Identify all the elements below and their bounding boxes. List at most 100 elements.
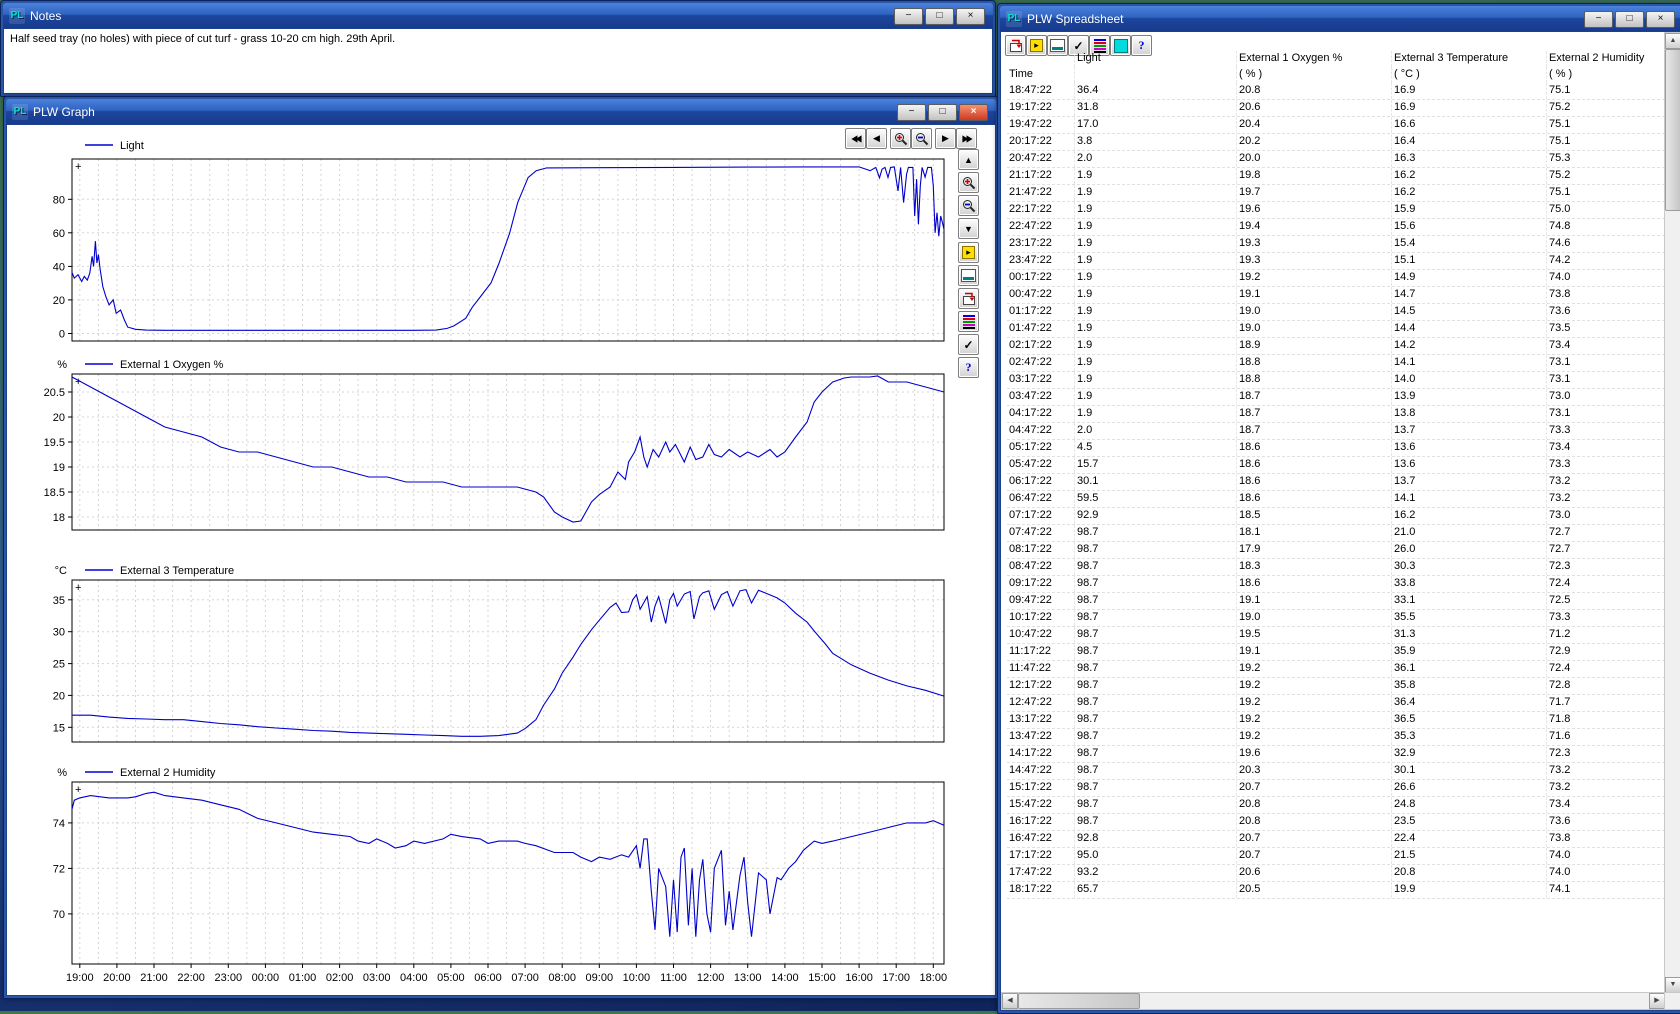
table-row[interactable]: 17:47:2293.220.620.874.0 (1007, 865, 1665, 882)
table-cell: 18.5 (1237, 508, 1392, 524)
table-row[interactable]: 06:17:2230.118.613.773.2 (1007, 474, 1665, 491)
table-row[interactable]: 02:17:221.918.914.273.4 (1007, 338, 1665, 355)
scroll-right-button[interactable]: ▶ (935, 128, 956, 149)
minimize-button[interactable]: − (1584, 11, 1613, 28)
table-row[interactable]: 12:47:2298.719.236.471.7 (1007, 695, 1665, 712)
table-row[interactable]: 06:47:2259.518.614.173.2 (1007, 491, 1665, 508)
graph-titlebar[interactable]: PL PLW Graph − □ × (6, 99, 996, 124)
spreadsheet-titlebar[interactable]: PL PLW Spreadsheet − □ × (1000, 6, 1680, 31)
table-row[interactable]: 19:17:2231.820.616.975.2 (1007, 100, 1665, 117)
table-row[interactable]: 12:17:2298.719.235.872.8 (1007, 678, 1665, 695)
table-cell: 1.9 (1075, 168, 1237, 184)
table-row[interactable]: 15:47:2298.720.824.873.4 (1007, 797, 1665, 814)
maximize-button[interactable]: □ (928, 104, 957, 121)
table-row[interactable]: 02:47:221.918.814.173.1 (1007, 355, 1665, 372)
vertical-scrollbar[interactable]: ▲ ▼ (1664, 32, 1680, 994)
table-row[interactable]: 00:17:221.919.214.974.0 (1007, 270, 1665, 287)
close-button[interactable]: × (959, 104, 988, 121)
table-row[interactable]: 10:47:2298.719.531.371.2 (1007, 627, 1665, 644)
table-row[interactable]: 08:47:2298.718.330.372.3 (1007, 559, 1665, 576)
table-cell: 16.9 (1392, 100, 1547, 116)
table-row[interactable]: 00:47:221.919.114.773.8 (1007, 287, 1665, 304)
table-row[interactable]: 22:17:221.919.615.975.0 (1007, 202, 1665, 219)
table-row[interactable]: 13:47:2298.719.235.371.6 (1007, 729, 1665, 746)
minimize-button[interactable]: − (894, 8, 923, 25)
x-tick-label: 04:00 (400, 972, 428, 984)
scroll-down-arrow[interactable]: ▼ (1665, 977, 1680, 993)
table-cell: 72.4 (1547, 576, 1665, 592)
scroll-end-button[interactable]: ▶▶ (956, 128, 977, 149)
zoom-in-y-button[interactable] (958, 172, 979, 193)
help-button[interactable]: ? (958, 357, 979, 378)
scroll-left-button[interactable]: ◀ (866, 128, 887, 149)
table-row[interactable]: 15:17:2298.720.726.673.2 (1007, 780, 1665, 797)
table-row[interactable]: 11:47:2298.719.236.172.4 (1007, 661, 1665, 678)
table-row[interactable]: 01:17:221.919.014.573.6 (1007, 304, 1665, 321)
copy-button[interactable]: ▸ (958, 242, 979, 263)
table-row[interactable]: 20:17:223.820.216.475.1 (1007, 134, 1665, 151)
table-row[interactable]: 21:47:221.919.716.275.1 (1007, 185, 1665, 202)
table-row[interactable]: 19:47:2217.020.416.675.1 (1007, 117, 1665, 134)
table-cell: 19.6 (1237, 202, 1392, 218)
table-row[interactable]: 09:47:2298.719.133.172.5 (1007, 593, 1665, 610)
table-row[interactable]: 16:17:2298.720.823.573.6 (1007, 814, 1665, 831)
scroll-up-button[interactable]: ▲ (958, 149, 979, 170)
table-row[interactable]: 18:17:2265.720.519.974.1 (1007, 882, 1665, 899)
table-row[interactable]: 23:47:221.919.315.174.2 (1007, 253, 1665, 270)
table-row[interactable]: 04:17:221.918.713.873.1 (1007, 406, 1665, 423)
x-tick-label: 06:00 (474, 972, 502, 984)
table-row[interactable]: 05:17:224.518.613.673.4 (1007, 440, 1665, 457)
table-row[interactable]: 22:47:221.919.415.674.8 (1007, 219, 1665, 236)
table-cell: 05:47:22 (1007, 457, 1075, 473)
table-cell: 1.9 (1075, 355, 1237, 371)
table-row[interactable]: 03:17:221.918.814.073.1 (1007, 372, 1665, 389)
table-row[interactable]: 03:47:221.918.713.973.0 (1007, 389, 1665, 406)
table-row[interactable]: 20:47:222.020.016.375.3 (1007, 151, 1665, 168)
table-cell: 35.9 (1392, 644, 1547, 660)
table-row[interactable]: 04:47:222.018.713.773.3 (1007, 423, 1665, 440)
maximize-button[interactable]: □ (1615, 11, 1644, 28)
zoom-in-button[interactable] (890, 128, 911, 149)
table-cell: 13.9 (1392, 389, 1547, 405)
table-row[interactable]: 01:47:221.919.014.473.5 (1007, 321, 1665, 338)
scroll-right-arrow[interactable]: ▶ (1649, 993, 1665, 1009)
close-button[interactable]: × (1646, 11, 1675, 28)
zoom-out-y-button[interactable] (958, 195, 979, 216)
export-button[interactable] (958, 288, 979, 309)
notes-titlebar[interactable]: PL Notes − □ × (3, 3, 993, 28)
scrollbar-corner (1664, 992, 1680, 1010)
table-row[interactable]: 11:17:2298.719.135.972.9 (1007, 644, 1665, 661)
table-row[interactable]: 14:47:2298.720.330.173.2 (1007, 763, 1665, 780)
monitor-view-button[interactable] (958, 265, 979, 286)
maximize-button[interactable]: □ (925, 8, 954, 25)
table-row[interactable]: 23:17:221.919.315.474.6 (1007, 236, 1665, 253)
spreadsheet-view-button[interactable] (958, 311, 979, 332)
y-tick-label: 70 (53, 909, 65, 921)
x-tick-label: 05:00 (437, 972, 465, 984)
table-row[interactable]: 07:17:2292.918.516.273.0 (1007, 508, 1665, 525)
table-row[interactable]: 14:17:2298.719.632.972.3 (1007, 746, 1665, 763)
column-header-cell: External 3 Temperature (1392, 51, 1547, 67)
table-row[interactable]: 05:47:2215.718.613.673.3 (1007, 457, 1665, 474)
close-button[interactable]: × (956, 8, 985, 25)
table-row[interactable]: 17:17:2295.020.721.574.0 (1007, 848, 1665, 865)
table-row[interactable]: 09:17:2298.718.633.872.4 (1007, 576, 1665, 593)
notes-text[interactable]: Half seed tray (no holes) with piece of … (10, 33, 395, 45)
horizontal-scroll-thumb[interactable] (1018, 993, 1140, 1009)
table-row[interactable]: 08:17:2298.717.926.072.7 (1007, 542, 1665, 559)
scroll-down-button[interactable]: ▼ (958, 218, 979, 239)
scroll-up-arrow[interactable]: ▲ (1665, 33, 1680, 49)
options-button[interactable]: ✓ (958, 334, 979, 355)
table-row[interactable]: 21:17:221.919.816.275.2 (1007, 168, 1665, 185)
zoom-out-button[interactable] (911, 128, 932, 149)
table-row[interactable]: 07:47:2298.718.121.072.7 (1007, 525, 1665, 542)
scroll-left-arrow[interactable]: ◀ (1002, 993, 1018, 1009)
table-row[interactable]: 16:47:2292.820.722.473.8 (1007, 831, 1665, 848)
vertical-scroll-thumb[interactable] (1665, 49, 1680, 211)
table-row[interactable]: 13:17:2298.719.236.571.8 (1007, 712, 1665, 729)
scroll-start-button[interactable]: ◀◀ (845, 128, 866, 149)
table-row[interactable]: 10:17:2298.719.035.573.3 (1007, 610, 1665, 627)
horizontal-scrollbar[interactable]: ◀ ▶ (1001, 992, 1666, 1010)
table-row[interactable]: 18:47:2236.420.816.975.1 (1007, 83, 1665, 100)
minimize-button[interactable]: − (897, 104, 926, 121)
